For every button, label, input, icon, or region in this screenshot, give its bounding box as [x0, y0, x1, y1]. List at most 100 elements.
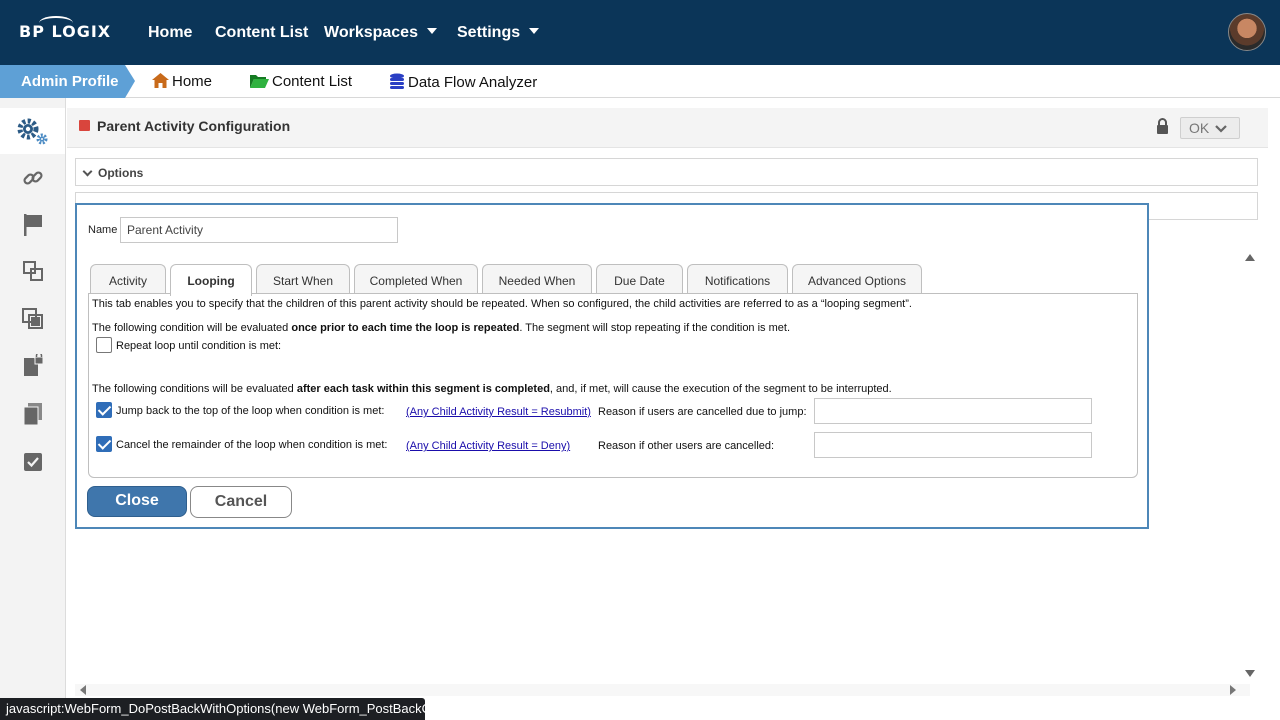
- parent-activity-dialog: Name Activity Looping Start When Complet…: [75, 203, 1149, 529]
- name-label: Name: [88, 224, 118, 236]
- crumb-content-list-label: Content List: [272, 73, 353, 90]
- folder-icon: [250, 75, 269, 88]
- scroll-up-arrow-icon[interactable]: [1245, 254, 1255, 261]
- close-button[interactable]: Close: [87, 486, 187, 517]
- cond2-text-post: , and, if met, will cause the execution …: [549, 383, 892, 395]
- cancel-reason-label: Reason if other users are cancelled:: [598, 440, 775, 452]
- copy-icon: [21, 308, 43, 329]
- scroll-left-arrow-icon[interactable]: [80, 685, 86, 695]
- panel-header: Parent Activity Configuration OK: [67, 108, 1268, 148]
- sidebar-item-layers[interactable]: [0, 248, 65, 294]
- looping-tab-panel: This tab enables you to specify that the…: [88, 293, 1138, 478]
- interrupt-condition-description: The following conditions will be evaluat…: [92, 383, 892, 395]
- repeat-loop-checkbox[interactable]: [96, 337, 112, 353]
- nav-settings[interactable]: Settings: [457, 24, 540, 42]
- admin-profile-crumb[interactable]: Admin Profile: [0, 65, 135, 98]
- top-navigation: BP LOGIX Home Content List Workspaces Se…: [0, 0, 1280, 65]
- gears-icon: [17, 118, 47, 145]
- nav-workspaces[interactable]: Workspaces: [324, 24, 437, 42]
- sidebar-item-flag[interactable]: [0, 202, 65, 248]
- tab-needed-when[interactable]: Needed When: [482, 264, 592, 295]
- admin-profile-label: Admin Profile: [21, 73, 119, 90]
- tab-start-when-label: Start When: [272, 274, 334, 288]
- tab-needed-when-label: Needed When: [498, 274, 576, 288]
- tab-start-when[interactable]: Start When: [256, 264, 350, 295]
- checklist-icon: [23, 453, 42, 471]
- jump-condition-link[interactable]: (Any Child Activity Result = Resubmit): [406, 406, 591, 418]
- locked-file-icon: [23, 354, 43, 376]
- chevron-down-icon: [529, 28, 540, 34]
- cancel-remainder-checkbox[interactable]: [96, 436, 112, 452]
- tab-looping[interactable]: Looping: [170, 264, 252, 296]
- breadcrumb-bar: Admin Profile Home Content List Data Flo…: [0, 65, 1280, 98]
- tab-advanced-options[interactable]: Advanced Options: [792, 264, 922, 295]
- tab-activity[interactable]: Activity: [90, 264, 166, 295]
- tab-looping-label: Looping: [187, 274, 235, 288]
- tab-notifications-label: Notifications: [704, 274, 771, 288]
- nav-content-list-label: Content List: [215, 24, 309, 41]
- sidebar-item-documents[interactable]: [0, 391, 65, 437]
- jump-reason-input[interactable]: [814, 398, 1092, 424]
- sidebar-item-locked-files[interactable]: [0, 343, 65, 389]
- tab-notifications[interactable]: Notifications: [687, 264, 788, 295]
- lock-icon[interactable]: [1156, 118, 1169, 134]
- flag-icon: [23, 214, 42, 236]
- cond1-text-pre: The following condition will be evaluate…: [92, 322, 292, 334]
- nav-home-label: Home: [148, 24, 193, 41]
- tab-due-date[interactable]: Due Date: [596, 264, 683, 295]
- sidebar-item-checklist[interactable]: [0, 439, 65, 485]
- repeat-loop-label: Repeat loop until condition is met:: [116, 340, 282, 352]
- chevron-down-icon: [426, 28, 437, 34]
- sidebar-item-copy[interactable]: [0, 296, 65, 342]
- cond1-text-bold: once prior to each time the loop is repe…: [291, 322, 520, 334]
- user-avatar[interactable]: [1228, 13, 1266, 51]
- database-icon: [390, 73, 404, 89]
- tab-completed-when[interactable]: Completed When: [354, 264, 478, 295]
- cond1-text-post: . The segment will stop repeating if the…: [519, 322, 791, 334]
- cancel-reason-input[interactable]: [814, 432, 1092, 458]
- link-icon: [22, 171, 43, 185]
- ok-button[interactable]: OK: [1180, 117, 1240, 139]
- chevron-down-icon: [1215, 125, 1227, 133]
- layers-icon: [22, 261, 43, 281]
- documents-icon: [23, 403, 42, 426]
- name-input[interactable]: [120, 217, 398, 243]
- sidebar-item-settings[interactable]: [0, 108, 65, 154]
- cancel-button-label: Cancel: [214, 493, 268, 510]
- crumb-data-flow-analyzer[interactable]: Data Flow Analyzer: [389, 73, 537, 91]
- home-icon: [152, 73, 169, 88]
- scroll-down-arrow-icon[interactable]: [1245, 670, 1255, 677]
- activity-icon: [79, 120, 90, 131]
- logo-arc: [39, 16, 73, 30]
- tab-activity-label: Activity: [108, 274, 147, 288]
- cancel-condition-link[interactable]: (Any Child Activity Result = Deny): [406, 440, 570, 452]
- crumb-data-flow-analyzer-label: Data Flow Analyzer: [408, 74, 538, 91]
- panel-title: Parent Activity Configuration: [97, 118, 291, 134]
- cond2-text-bold: after each task within this segment is c…: [296, 383, 550, 395]
- cancel-button[interactable]: Cancel: [190, 486, 292, 518]
- nav-content-list[interactable]: Content List: [215, 24, 308, 42]
- options-section-header[interactable]: Options: [75, 158, 1258, 186]
- crumb-content-list[interactable]: Content List: [250, 73, 352, 90]
- jump-back-label: Jump back to the top of the loop when co…: [116, 405, 385, 417]
- close-button-label: Close: [115, 492, 159, 509]
- crumb-home[interactable]: Home: [152, 73, 212, 90]
- bp-logix-logo[interactable]: BP LOGIX: [19, 16, 111, 41]
- left-sidebar: [0, 98, 66, 720]
- cancel-remainder-label: Cancel the remainder of the loop when co…: [116, 439, 388, 451]
- jump-back-checkbox[interactable]: [96, 402, 112, 418]
- chevron-down-icon: [82, 166, 93, 177]
- tab-completed-when-label: Completed When: [369, 274, 463, 288]
- jump-reason-label: Reason if users are cancelled due to jum…: [598, 406, 807, 418]
- scroll-right-arrow-icon[interactable]: [1230, 685, 1236, 695]
- nav-workspaces-label: Workspaces: [324, 24, 418, 41]
- nav-home[interactable]: Home: [148, 24, 192, 42]
- crumb-home-label: Home: [172, 73, 213, 90]
- options-label: Options: [98, 166, 144, 180]
- horizontal-scrollbar[interactable]: [75, 684, 1250, 696]
- nav-settings-label: Settings: [457, 24, 521, 41]
- tab-advanced-options-label: Advanced Options: [807, 274, 907, 288]
- ok-button-label: OK: [1189, 120, 1210, 136]
- sidebar-item-links[interactable]: [0, 155, 65, 201]
- looping-intro-text: This tab enables you to specify that the…: [92, 298, 912, 310]
